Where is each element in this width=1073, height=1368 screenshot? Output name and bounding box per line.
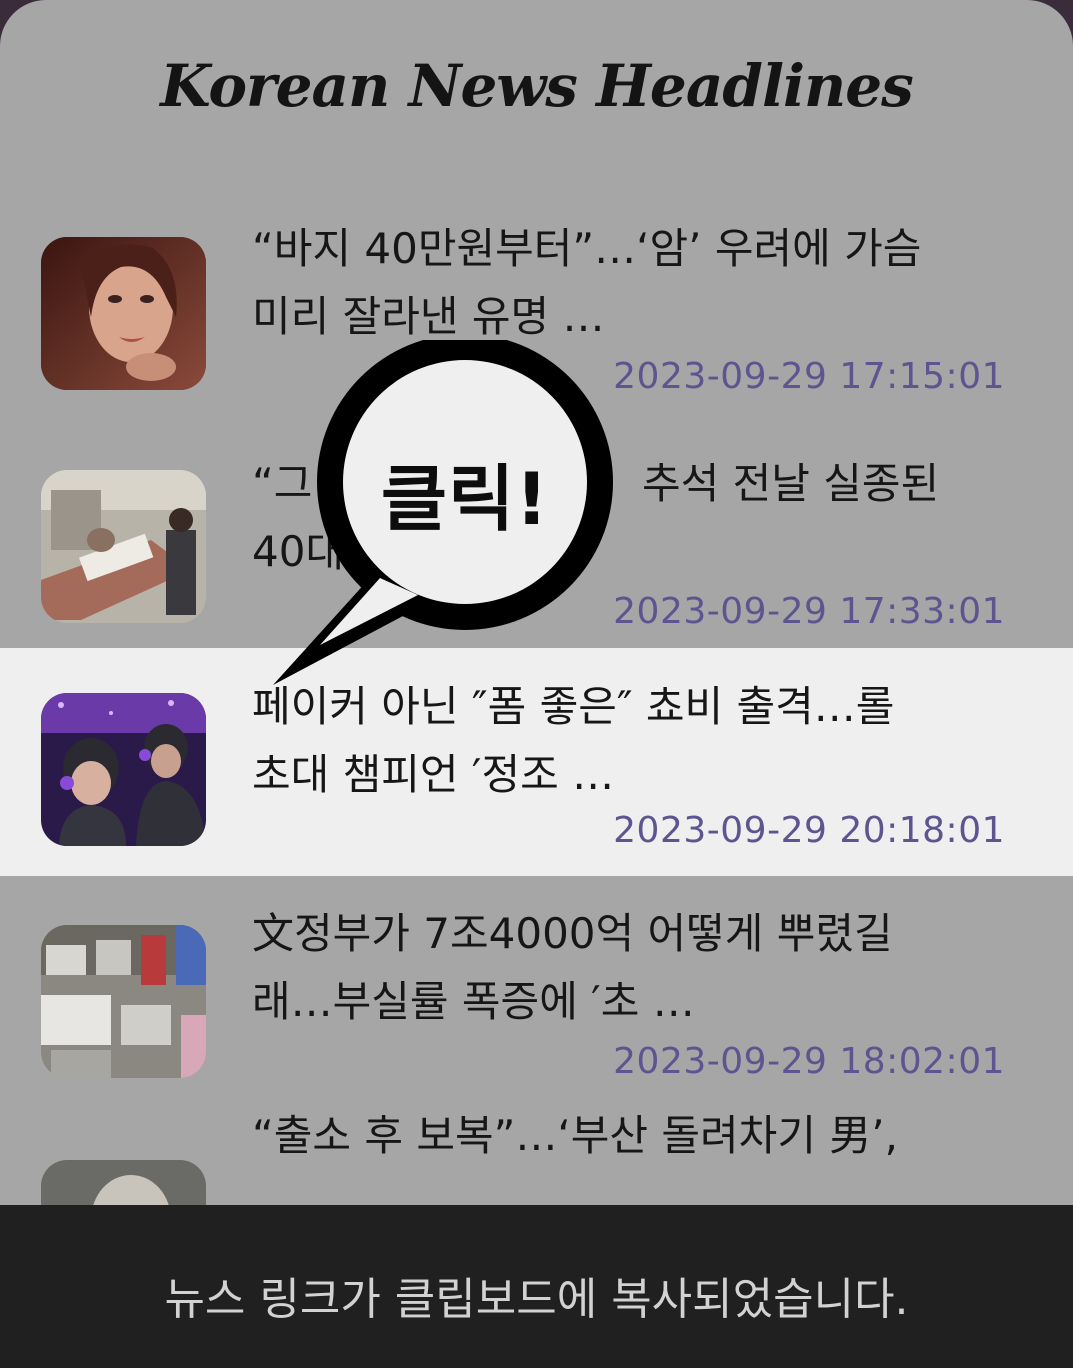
toast: 뉴스 링크가 클립보드에 복사되었습니다. xyxy=(0,1205,1073,1368)
news-headline[interactable]: 文정부가 7조4000억 어떻게 뿌렸길 래…부실률 폭증에 ′초 … xyxy=(252,900,1012,1036)
page-title: Korean News Headlines xyxy=(160,52,914,120)
news-headline[interactable]: 페이커 아닌 ″폼 좋은″ 쵸비 출격…롤 초대 챔피언 ′정조 … xyxy=(252,673,1012,809)
bubble-text: 클릭! xyxy=(380,457,550,541)
news-headline[interactable]: “출소 후 보복”…‘부산 돌려차기 男’, xyxy=(252,1102,1012,1170)
news-thumbnail xyxy=(41,925,206,1078)
news-item[interactable]: 文정부가 7조4000억 어떻게 뿌렸길 래…부실률 폭증에 ′초 … 2023… xyxy=(0,875,1073,1110)
news-thumbnail xyxy=(41,237,206,390)
news-timestamp: 2023-09-29 18:02:01 xyxy=(613,1041,1005,1082)
news-headline[interactable]: “바지 40만원부터”…‘암’ 우려에 가슴 미리 잘라낸 유명 … xyxy=(252,215,1012,351)
news-timestamp: 2023-09-29 17:15:01 xyxy=(613,356,1005,397)
news-sheet: Korean News Headlines “바지 40만원부터”…‘암’ 우려… xyxy=(0,0,1073,1368)
news-thumbnail xyxy=(41,693,206,846)
news-timestamp: 2023-09-29 20:18:01 xyxy=(613,810,1005,851)
toast-message: 뉴스 링크가 클립보드에 복사되었습니다. xyxy=(164,1274,909,1325)
news-timestamp: 2023-09-29 17:33:01 xyxy=(613,591,1005,632)
news-thumbnail xyxy=(41,470,206,623)
